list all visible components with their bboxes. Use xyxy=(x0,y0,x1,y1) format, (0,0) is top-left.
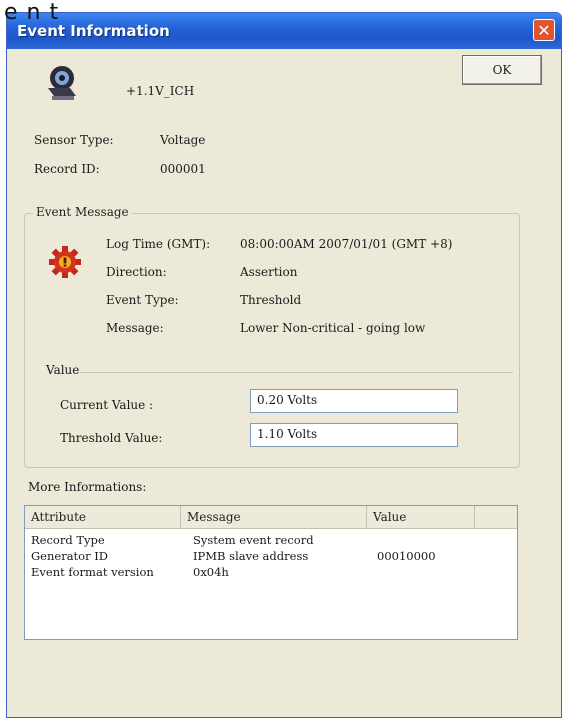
record-id-value: 000001 xyxy=(160,162,206,176)
sensor-icon xyxy=(48,66,76,100)
row-1-message: IPMB slave address xyxy=(193,549,309,563)
value-section-title: Value xyxy=(46,363,80,377)
row-1-attribute: Generator ID xyxy=(31,549,109,563)
threshold-value-field[interactable]: 1.10 Volts xyxy=(250,423,458,447)
sensor-name: +1.1V_ICH xyxy=(126,84,195,98)
row-2-attribute: Event format version xyxy=(31,565,154,579)
current-value-field[interactable]: 0.20 Volts xyxy=(250,389,458,413)
row-0-attribute: Record Type xyxy=(31,533,105,547)
value-separator xyxy=(80,372,513,373)
current-value-label: Current Value : xyxy=(60,398,154,412)
row-0-message: System event record xyxy=(193,533,314,547)
threshold-value-label: Threshold Value: xyxy=(60,431,163,445)
title-bar[interactable]: Event Information ✕ xyxy=(7,13,561,49)
column-header-attribute[interactable]: Attribute xyxy=(25,506,181,528)
column-header-message[interactable]: Message xyxy=(181,506,367,528)
direction-label: Direction: xyxy=(106,265,167,279)
sensor-type-label: Sensor Type: xyxy=(34,133,114,147)
more-info-title: More Informations: xyxy=(28,480,147,494)
event-type-value: Threshold xyxy=(240,293,302,307)
column-header-value[interactable]: Value xyxy=(367,506,475,528)
more-info-list[interactable]: Attribute Message Value Record Type Syst… xyxy=(24,505,518,640)
event-message-title: Event Message xyxy=(33,205,132,219)
event-type-label: Event Type: xyxy=(106,293,179,307)
message-label: Message: xyxy=(106,321,164,335)
row-1-value: 00010000 xyxy=(377,549,436,563)
close-button[interactable]: ✕ xyxy=(533,19,555,41)
row-2-message: 0x04h xyxy=(193,565,229,579)
ok-button[interactable]: OK xyxy=(462,55,542,85)
message-value: Lower Non-critical - going low xyxy=(240,321,426,335)
direction-value: Assertion xyxy=(240,265,298,279)
overlay-text: e n t xyxy=(4,0,60,25)
record-id-label: Record ID: xyxy=(34,162,100,176)
sensor-type-value: Voltage xyxy=(160,133,206,147)
log-time-label: Log Time (GMT): xyxy=(106,237,211,251)
warning-gear-icon xyxy=(49,246,81,278)
list-header: Attribute Message Value xyxy=(25,506,517,529)
log-time-value: 08:00:00AM 2007/01/01 (GMT +8) xyxy=(240,237,453,251)
